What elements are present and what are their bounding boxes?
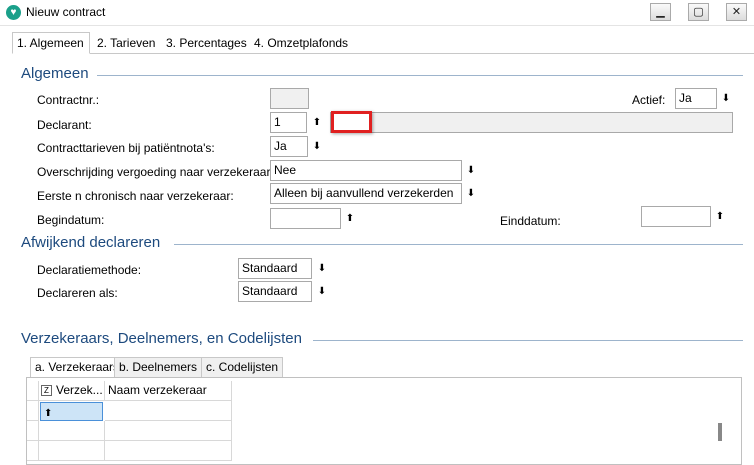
declarant-lookup-icon[interactable]: ⬆ [310,113,324,132]
actief-select[interactable]: Ja [675,88,717,109]
eerste-chronisch-dropdown-icon[interactable]: ⬇ [464,184,478,203]
maximize-button[interactable]: ▢ [688,3,709,21]
verzekeraars-grid: Z Verzek... Naam verzekeraar ⬆ [26,377,742,465]
highlight-box [331,111,372,133]
lookup-icon[interactable]: ⬆ [44,408,52,419]
grid-cell [39,441,105,461]
grid-cell [105,441,232,461]
section-divider [313,340,743,341]
minimize-button[interactable]: ▁ [650,3,671,21]
minimize-icon: ▁ [656,6,665,18]
maximize-icon: ▢ [693,6,704,18]
row-indicator [27,421,39,441]
actief-dropdown-icon[interactable]: ⬇ [719,89,733,108]
overschrijding-select[interactable]: Nee [270,160,462,181]
declareren-als-select[interactable]: Standaard [238,281,312,302]
window-title: Nieuw contract [26,5,106,19]
heart-app-icon: ♥ [6,5,21,20]
declareren-als-label: Declareren als: [37,286,118,300]
overschrijding-dropdown-icon[interactable]: ⬇ [464,161,478,180]
begindatum-picker-icon[interactable]: ⬆ [343,209,357,228]
column-label-verzek: Verzek... [56,383,103,397]
column-chooser-icon[interactable]: Z [41,385,52,397]
declaratiemethode-label: Declaratiemethode: [37,263,142,277]
column-header-verzekeraar-code[interactable]: Z Verzek... [39,381,105,401]
verzekeraar-code-cell[interactable]: ⬆ [40,402,103,421]
eerste-chronisch-select[interactable]: Alleen bij aanvullend verzekerden [270,183,462,204]
naam-verzekeraar-cell[interactable] [105,401,232,421]
declarant-label: Declarant: [37,118,92,132]
contracttarieven-select[interactable]: Ja [270,136,308,157]
tab-percentages[interactable]: 3. Percentages [161,32,252,54]
declarant-name-field [330,112,733,133]
declareren-als-dropdown-icon[interactable]: ⬇ [315,282,329,301]
grid-cell [39,421,105,441]
row-indicator [27,401,39,421]
subtab-verzekeraars[interactable]: a. Verzekeraars [30,357,125,377]
tab-algemeen[interactable]: 1. Algemeen [12,32,90,54]
sub-tabs: a. Verzekeraars b. Deelnemers c. Codelij… [26,357,286,377]
section-divider [97,75,743,76]
contractnr-label: Contractnr.: [37,93,100,107]
section-divider [174,244,743,245]
begindatum-label: Begindatum: [37,213,105,227]
close-button[interactable]: ✕ [726,3,747,21]
contracttarieven-label: Contracttarieven bij patiëntnota's: [37,141,215,155]
close-icon: ✕ [731,6,742,18]
einddatum-label: Einddatum: [500,214,561,228]
section-afwijkend-heading: Afwijkend declareren [21,234,161,251]
tab-tarieven[interactable]: 2. Tarieven [92,32,160,54]
grid-cell [105,421,232,441]
declarant-field[interactable]: 1 [270,112,307,133]
tab-omzetplafonds[interactable]: 4. Omzetplafonds [249,32,353,54]
grid-scrollbar-thumb[interactable] [718,423,722,441]
overschrijding-label: Overschrijding vergoeding naar verzekera… [37,165,274,179]
row-indicator [27,441,39,461]
section-algemeen-heading: Algemeen [21,65,89,82]
contract-window: ♥ Nieuw contract ▁ ▢ ✕ 1. Algemeen 2. Ta… [0,0,754,465]
contractnr-field[interactable] [270,88,309,109]
declaratiemethode-select[interactable]: Standaard [238,258,312,279]
section-verzekeraars-heading: Verzekeraars, Deelnemers, en Codelijsten [21,330,302,347]
einddatum-field[interactable] [641,206,711,227]
title-bar: ♥ Nieuw contract ▁ ▢ ✕ [0,0,754,26]
begindatum-field[interactable] [270,208,341,229]
actief-label: Actief: [632,93,666,107]
eerste-chronisch-label: Eerste n chronisch naar verzekeraar: [37,189,234,203]
subtab-codelijsten[interactable]: c. Codelijsten [201,357,284,377]
declaratiemethode-dropdown-icon[interactable]: ⬇ [315,259,329,278]
subtab-deelnemers[interactable]: b. Deelnemers [114,357,203,377]
row-indicator-header [27,381,39,401]
einddatum-picker-icon[interactable]: ⬆ [713,207,727,226]
contracttarieven-dropdown-icon[interactable]: ⬇ [310,137,324,156]
column-header-naam-verzekeraar[interactable]: Naam verzekeraar [105,381,232,401]
